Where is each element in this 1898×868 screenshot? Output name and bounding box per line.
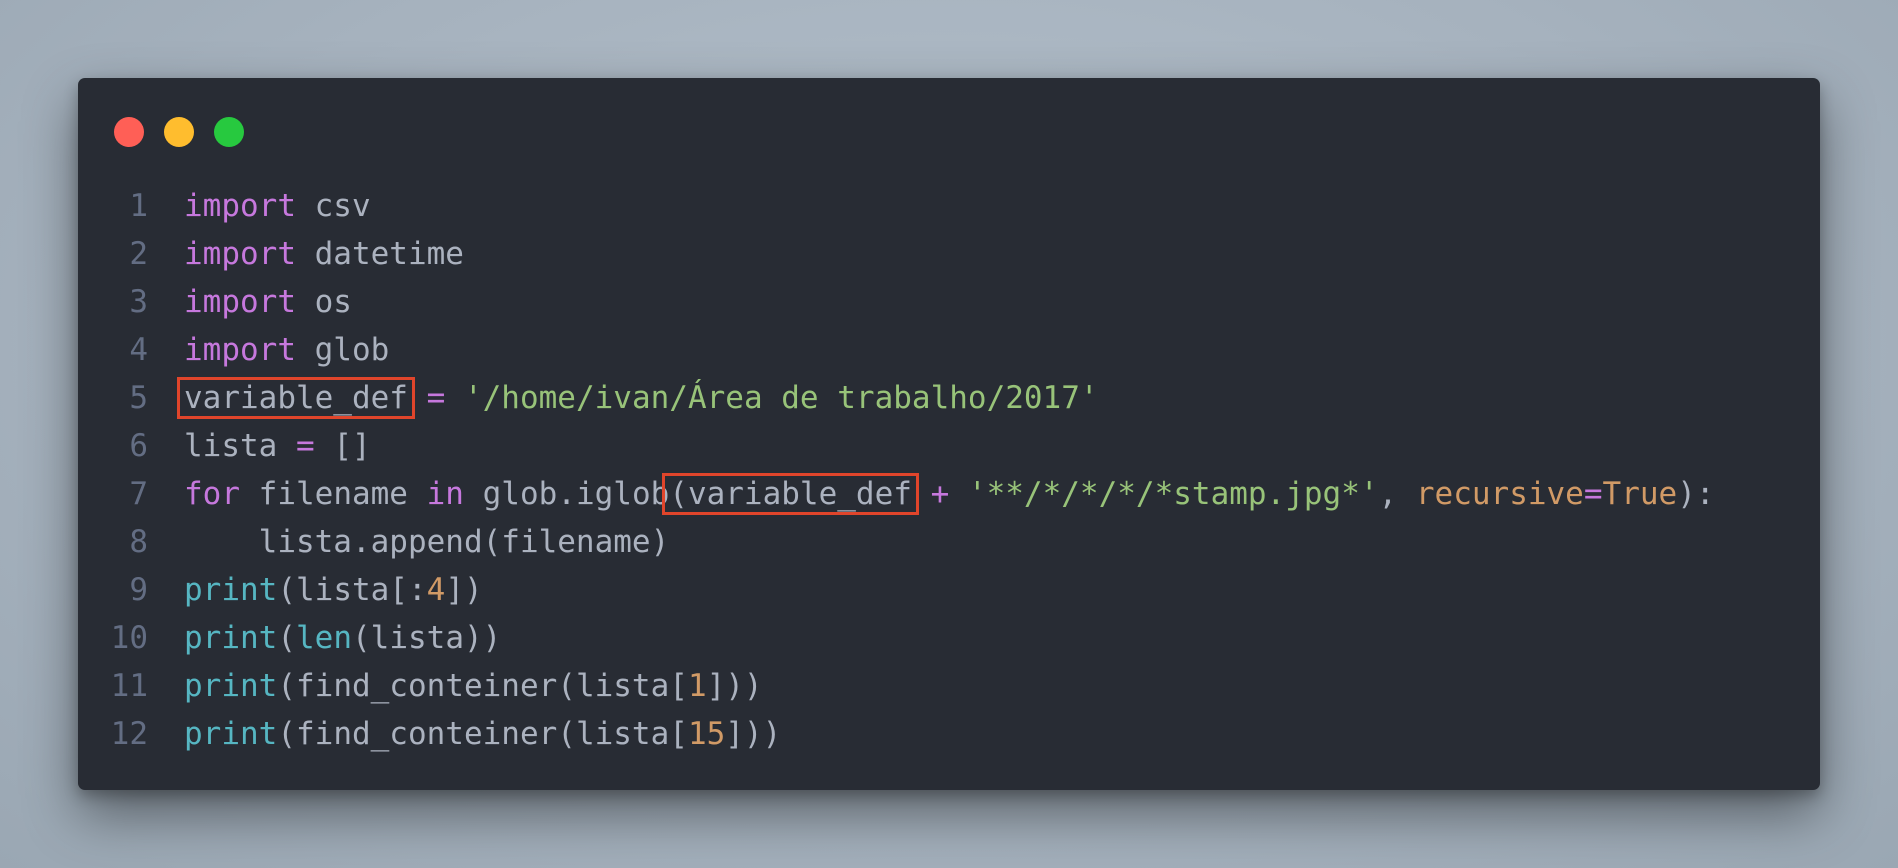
string-token: '/home/ivan/Área de trabalho/2017' — [463, 380, 1099, 416]
code-text: print(lista[:4]) — [184, 566, 483, 614]
code-line: 12 print(find_conteiner(lista[15])) — [78, 710, 1820, 758]
code-text: import os — [184, 278, 352, 326]
highlighted-token: (variable_def — [662, 473, 919, 515]
line-number: 2 — [129, 236, 148, 272]
argument-token: recursive — [1415, 476, 1584, 512]
line-number: 4 — [129, 332, 148, 368]
argument-token: True — [1602, 476, 1678, 512]
code-text: print(len(lista)) — [184, 614, 501, 662]
code-text: import datetime — [184, 230, 464, 278]
line-number: 12 — [110, 716, 148, 752]
plain-token: glob.iglob — [463, 476, 670, 512]
plain-token: [] — [314, 428, 371, 464]
builtin-token: len — [296, 620, 352, 656]
keyword-token: import — [184, 332, 296, 368]
keyword-token: + — [930, 476, 950, 512]
keyword-token: import — [184, 284, 296, 320]
keyword-token: = — [1583, 476, 1603, 512]
code-line: 3 import os — [78, 278, 1820, 326]
builtin-token: print — [184, 716, 278, 752]
plain-token: (lista)) — [352, 620, 502, 656]
line-number: 10 — [110, 620, 148, 656]
number-token: 4 — [426, 572, 446, 608]
keyword-token: = — [426, 380, 446, 416]
code-line: 9 print(lista[:4]) — [78, 566, 1820, 614]
code-line: 6 lista = [] — [78, 422, 1820, 470]
keyword-token: in — [426, 476, 464, 512]
close-dot-icon[interactable] — [114, 117, 144, 147]
line-number: 8 — [129, 524, 148, 560]
plain-token: ]) — [445, 572, 483, 608]
line-number: 6 — [129, 428, 148, 464]
plain-token: lista.append(filename) — [184, 524, 670, 560]
builtin-token: print — [184, 620, 278, 656]
plain-token: glob — [295, 332, 390, 368]
code-text: variable_def = '/home/ivan/Área de traba… — [177, 374, 1099, 422]
line-number: 1 — [129, 188, 148, 224]
line-number: 11 — [110, 668, 148, 704]
plain-token: os — [295, 284, 352, 320]
code-line: 2 import datetime — [78, 230, 1820, 278]
code-line: 8 lista.append(filename) — [78, 518, 1820, 566]
keyword-token: import — [184, 236, 296, 272]
keyword-token: import — [184, 188, 296, 224]
code-text: print(find_conteiner(lista[15])) — [184, 710, 781, 758]
builtin-token: print — [184, 668, 278, 704]
keyword-token: for — [184, 476, 240, 512]
plain-token: ])) — [725, 716, 782, 752]
plain-token: datetime — [295, 236, 464, 272]
code-text: lista = [] — [184, 422, 371, 470]
code-text: import glob — [184, 326, 389, 374]
code-line: 1 import csv — [78, 182, 1820, 230]
plain-token: (lista[: — [277, 572, 427, 608]
maximize-dot-icon[interactable] — [214, 117, 244, 147]
number-token: 1 — [687, 668, 707, 704]
window-controls — [114, 117, 244, 147]
builtin-token: print — [184, 572, 278, 608]
plain-token: csv — [295, 188, 371, 224]
plain-token: (find_conteiner(lista[ — [277, 668, 688, 704]
plain-token: (find_conteiner(lista[ — [277, 716, 688, 752]
code-block: 1 import csv 2 import datetime 3 import os 4 im… — [78, 182, 1820, 758]
highlighted-token: variable_def — [177, 377, 415, 419]
minimize-dot-icon[interactable] — [164, 117, 194, 147]
keyword-token: = — [295, 428, 315, 464]
plain-token: ): — [1677, 476, 1715, 512]
line-number: 3 — [129, 284, 148, 320]
code-text: for filename in glob.iglob(variable_def … — [184, 470, 1715, 518]
string-token: '**/*/*/*/*stamp.jpg*' — [967, 476, 1379, 512]
code-text: print(find_conteiner(lista[1])) — [184, 662, 763, 710]
code-window: 1 import csv 2 import datetime 3 import os 4 im… — [78, 78, 1820, 790]
code-line: 4 import glob — [78, 326, 1820, 374]
code-text: lista.append(filename) — [184, 518, 670, 566]
plain-token: lista — [184, 428, 296, 464]
code-line: 11 print(find_conteiner(lista[1])) — [78, 662, 1820, 710]
code-line: 10 print(len(lista)) — [78, 614, 1820, 662]
code-line: 7 for filename in glob.iglob(variable_def… — [78, 470, 1820, 518]
plain-token: , — [1378, 476, 1416, 512]
code-text: import csv — [184, 182, 371, 230]
plain-token: filename — [240, 476, 427, 512]
line-number: 7 — [129, 476, 148, 512]
plain-token: ( — [277, 620, 296, 656]
plain-token: ])) — [706, 668, 763, 704]
line-number: 9 — [129, 572, 148, 608]
number-token: 15 — [687, 716, 726, 752]
code-line: 5 variable_def = '/home/ivan/Área de trab… — [78, 374, 1820, 422]
line-number: 5 — [129, 380, 148, 416]
